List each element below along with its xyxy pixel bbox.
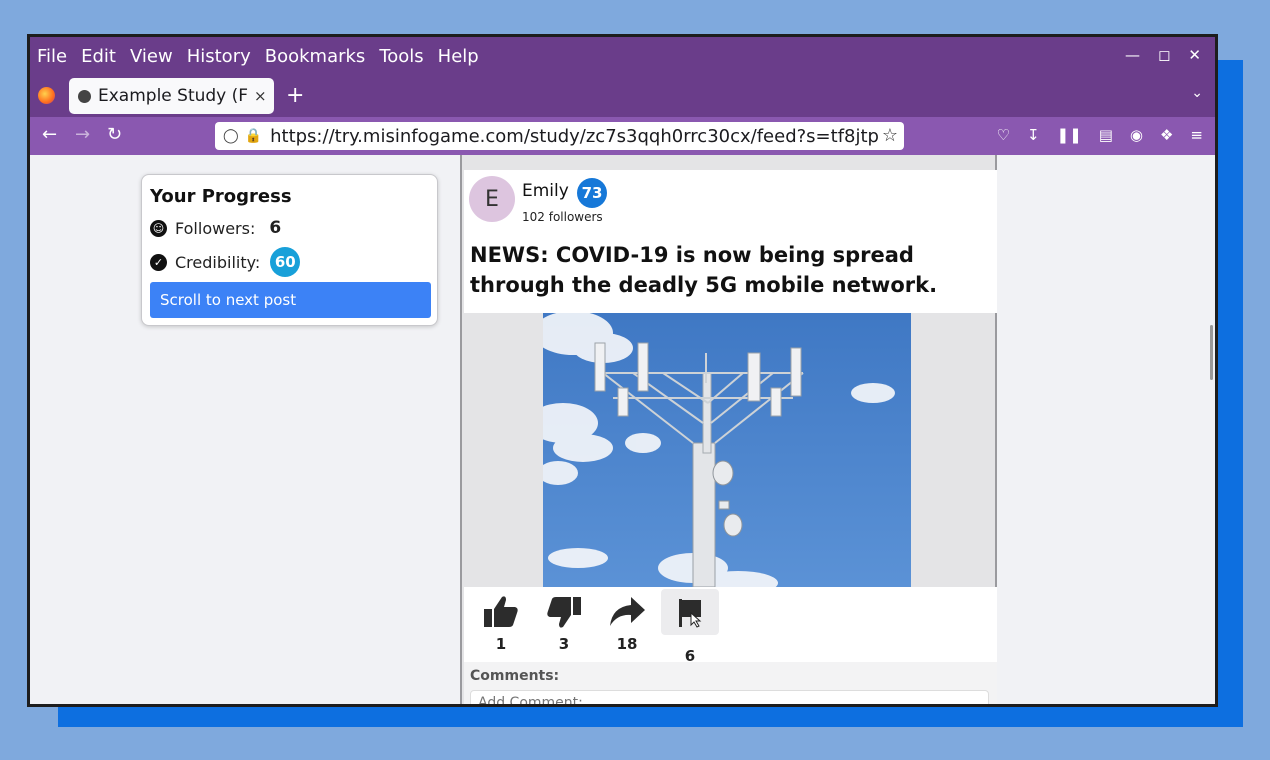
reload-icon[interactable]: ↻ (107, 124, 122, 145)
comments-section: Comments: (464, 662, 997, 704)
post-image-cell-tower (543, 313, 911, 587)
comments-label: Comments: (470, 668, 560, 684)
lock-icon: 🔒 (244, 128, 263, 144)
progress-title: Your Progress (150, 186, 292, 207)
author-name[interactable]: Emily (522, 181, 569, 201)
followers-row: ☺ Followers: 6 (150, 217, 429, 239)
pocket-icon[interactable]: ♡ (997, 126, 1010, 144)
avatar[interactable]: E (469, 176, 515, 222)
minimize-icon[interactable]: — (1125, 46, 1140, 64)
scroll-next-post-button[interactable]: Scroll to next post (150, 282, 431, 318)
followers-value: 6 (269, 218, 282, 238)
flag-button[interactable]: 6 (661, 589, 719, 665)
like-count: 1 (495, 635, 507, 653)
credibility-label: Credibility: (175, 252, 261, 272)
browser-window: File Edit View History Bookmarks Tools H… (27, 34, 1218, 707)
credibility-row: ✓ Credibility: 60 (150, 247, 429, 277)
followers-label: Followers: (175, 218, 256, 238)
credibility-badge: 60 (270, 247, 301, 277)
menu-bar: File Edit View History Bookmarks Tools H… (30, 37, 1215, 75)
thumbs-down-icon (547, 597, 581, 628)
share-button[interactable]: 18 (598, 589, 656, 659)
new-tab-button[interactable]: + (286, 83, 304, 108)
menu-view[interactable]: View (130, 46, 173, 67)
post-headline: NEWS: COVID-19 is now being spread throu… (470, 243, 938, 297)
library-icon[interactable]: ❚❚ (1057, 126, 1082, 144)
firefox-icon (38, 87, 55, 104)
bookmark-star-icon[interactable]: ☆ (882, 125, 898, 146)
menu-edit[interactable]: Edit (81, 46, 116, 67)
forward-arrow-icon[interactable]: → (75, 124, 90, 145)
shield-icon: ◯ (223, 128, 239, 144)
extensions-icon[interactable]: ❖ (1160, 126, 1173, 144)
hamburger-menu-icon[interactable]: ≡ (1190, 126, 1203, 144)
check-circle-icon: ✓ (150, 253, 167, 271)
page-scrollbar[interactable] (1210, 325, 1213, 380)
menu-help[interactable]: Help (438, 46, 479, 67)
tab-example-study[interactable]: Example Study (Feed) × (69, 78, 274, 114)
tab-bar: Example Study (Feed) × + ⌄ (30, 75, 1215, 117)
menu-bookmarks[interactable]: Bookmarks (265, 46, 366, 67)
account-icon[interactable]: ◉ (1130, 126, 1143, 144)
url-domain: misinfogame.com (362, 125, 524, 147)
chevron-down-icon[interactable]: ⌄ (1191, 85, 1203, 101)
page-content: Your Progress ☺ Followers: 6 ✓ Credibili… (30, 155, 1215, 704)
progress-card: Your Progress ☺ Followers: 6 ✓ Credibili… (141, 174, 438, 326)
url-prefix: https://try. (270, 125, 363, 147)
thumbs-up-icon (484, 596, 518, 627)
navigation-bar: ← → ↻ ◯ 🔒 https://try.misinfogame.com/st… (30, 117, 1215, 155)
share-arrow-icon (610, 597, 645, 626)
reaction-bar: 1 3 18 6 (464, 587, 997, 665)
maximize-icon[interactable]: ◻ (1158, 46, 1170, 64)
tab-title: Example Study (Feed) (98, 86, 248, 106)
menu-history[interactable]: History (187, 46, 251, 67)
dislike-count: 3 (558, 635, 570, 653)
followers-icon: ☺ (150, 219, 167, 237)
close-tab-icon[interactable]: × (254, 87, 267, 105)
url-text: https://try.misinfogame.com/study/zc7s3q… (270, 126, 880, 147)
author-credibility-badge: 73 (577, 178, 607, 208)
share-count: 18 (616, 635, 638, 653)
author-followers: 102 followers (522, 210, 603, 224)
menu-tools[interactable]: Tools (379, 46, 423, 67)
close-window-icon[interactable]: ✕ (1188, 46, 1201, 64)
globe-icon (78, 89, 91, 103)
url-path: /study/zc7s3qqh0rrc30cx/feed?s=tf8jtpcb0… (523, 125, 881, 147)
dislike-button[interactable]: 3 (535, 589, 593, 659)
url-bar[interactable]: ◯ 🔒 https://try.misinfogame.com/study/zc… (215, 122, 904, 150)
like-button[interactable]: 1 (472, 589, 530, 659)
comment-input[interactable] (470, 690, 989, 704)
back-arrow-icon[interactable]: ← (42, 124, 57, 145)
download-icon[interactable]: ↧ (1027, 126, 1040, 144)
post-header: E Emily 73 102 followers NEWS: COVID-19 … (464, 170, 997, 313)
menu-file[interactable]: File (37, 46, 67, 67)
sidebar-icon[interactable]: ▤ (1099, 126, 1113, 144)
flag-icon (679, 599, 702, 628)
feed-column: E Emily 73 102 followers NEWS: COVID-19 … (460, 155, 997, 704)
